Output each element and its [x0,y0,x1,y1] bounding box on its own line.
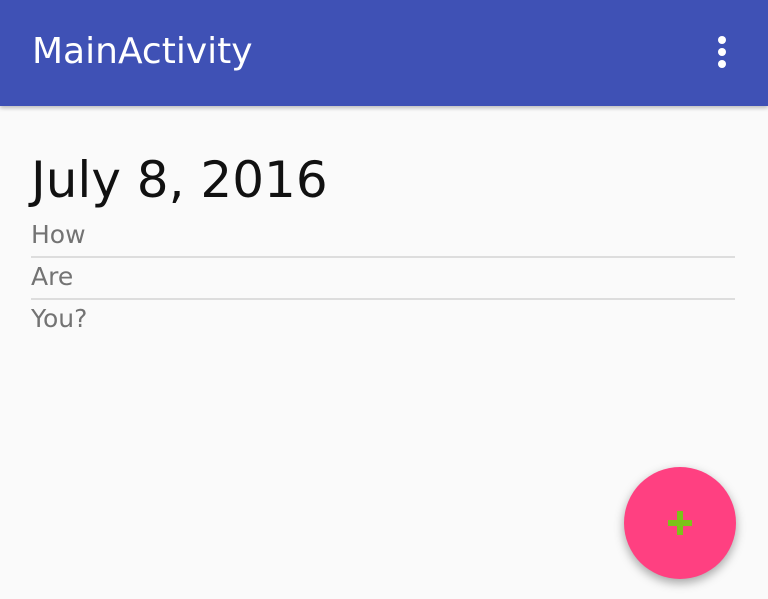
app-title: MainActivity [32,31,253,72]
overflow-menu-button[interactable] [700,26,744,78]
add-fab-button[interactable] [624,467,736,579]
app-bar: MainActivity [0,0,768,106]
entry-list: How Are You? [31,216,735,340]
list-item[interactable]: You? [31,300,735,338]
list-item[interactable]: How [31,216,735,254]
plus-icon [668,511,692,535]
list-item[interactable]: Are [31,258,735,296]
date-heading: July 8, 2016 [31,151,328,209]
